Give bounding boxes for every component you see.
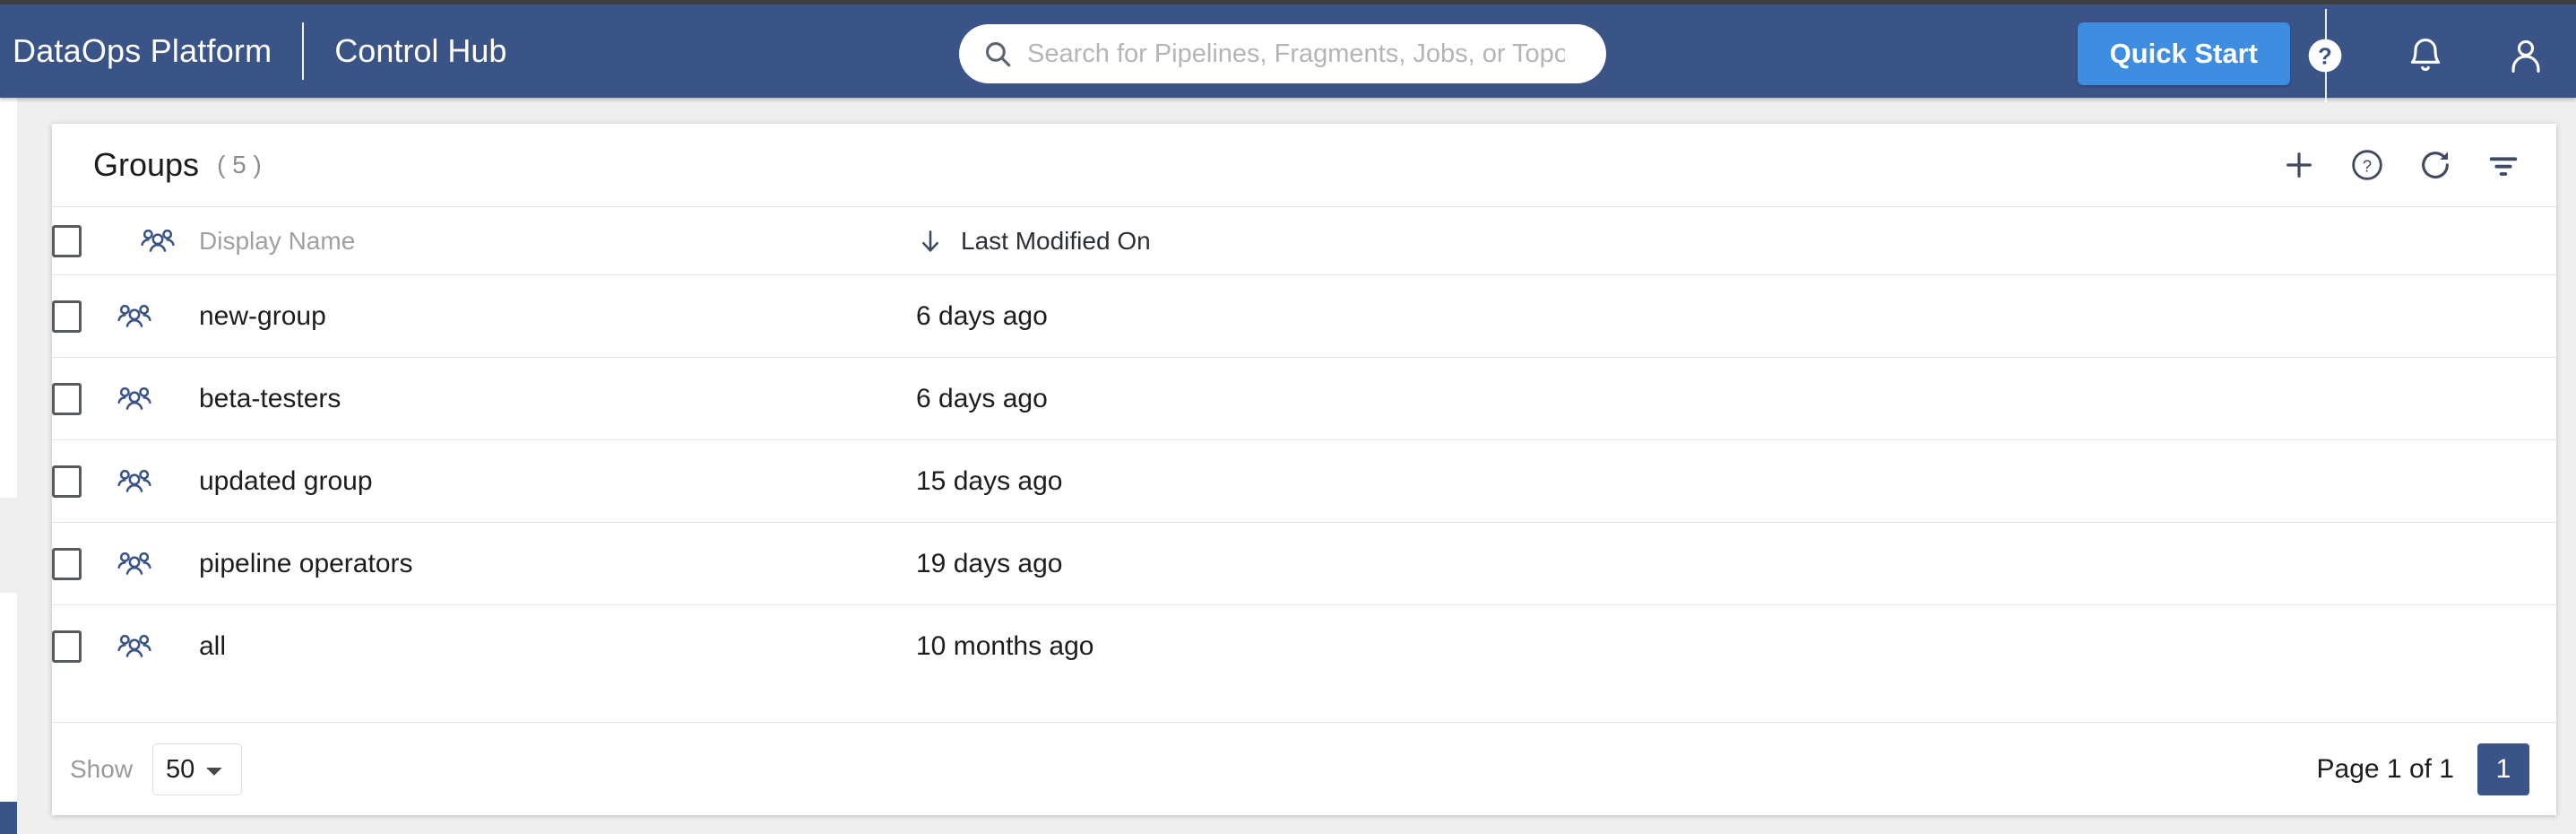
column-header-display-name-label: Display Name xyxy=(199,226,356,255)
row-select-cell xyxy=(52,522,117,605)
row-last-modified: 15 days ago xyxy=(916,465,1063,496)
group-icon xyxy=(117,387,151,410)
brand-title: DataOps Platform xyxy=(13,32,272,69)
group-icon xyxy=(117,635,151,658)
row-last-modified: 19 days ago xyxy=(916,548,1063,578)
table-row[interactable]: updated group 15 days ago xyxy=(52,439,2556,523)
group-icon xyxy=(117,552,151,575)
row-display-name: beta-testers xyxy=(199,383,341,413)
table-head: Display Name Last Modified On xyxy=(52,206,2556,275)
row-icon-cell xyxy=(117,522,199,605)
page-info-label: Page 1 of 1 xyxy=(2316,753,2454,784)
svg-text:?: ? xyxy=(2363,157,2372,176)
row-display-name: all xyxy=(199,630,227,661)
search-icon xyxy=(982,39,1013,69)
help-circle-outline-icon[interactable]: ? xyxy=(2347,144,2388,186)
row-checkbox[interactable] xyxy=(52,382,82,415)
row-select-cell xyxy=(52,439,117,523)
table-row[interactable]: new-group 6 days ago xyxy=(52,274,2556,358)
row-icon-cell xyxy=(117,274,199,358)
pagination: Page 1 of 1 1 xyxy=(2317,743,2529,795)
row-checkbox[interactable] xyxy=(52,630,82,663)
show-label: Show xyxy=(70,754,134,783)
global-search[interactable] xyxy=(959,24,1606,83)
group-icon xyxy=(117,469,151,492)
row-last-modified-cell: 6 days ago xyxy=(916,274,2556,358)
row-display-name-cell[interactable]: all xyxy=(199,604,916,688)
row-last-modified-cell: 19 days ago xyxy=(916,522,2556,605)
page-title: Groups xyxy=(93,146,200,183)
app-name-label: Control Hub xyxy=(334,32,507,69)
row-select-cell xyxy=(52,604,117,688)
row-display-name-cell[interactable]: new-group xyxy=(199,274,916,358)
quick-start-button[interactable]: Quick Start xyxy=(2077,22,2290,85)
row-display-name-cell[interactable]: beta-testers xyxy=(199,357,916,440)
search-input[interactable] xyxy=(1027,36,1565,72)
group-icon xyxy=(141,229,175,252)
groups-count: ( 5 ) xyxy=(217,151,262,178)
row-last-modified: 6 days ago xyxy=(916,300,1048,331)
table-footer: Show 102550100 Page 1 of 1 1 xyxy=(52,722,2556,815)
row-display-name-cell[interactable]: updated group xyxy=(199,439,916,523)
help-circle-icon[interactable]: ? xyxy=(2275,9,2375,102)
row-last-modified-cell: 6 days ago xyxy=(916,357,2556,440)
row-select-cell xyxy=(52,357,117,440)
groups-card: Groups ( 5 ) ? Display Name Last Modifie… xyxy=(52,124,2556,815)
row-display-name: new-group xyxy=(199,300,326,331)
column-header-display-name[interactable]: Display Name xyxy=(199,206,916,275)
page-number-button[interactable]: 1 xyxy=(2477,743,2529,795)
group-icon xyxy=(117,304,151,327)
card-header: Groups ( 5 ) ? xyxy=(52,124,2556,206)
row-last-modified-cell: 10 months ago xyxy=(916,604,2556,688)
select-all-checkbox[interactable] xyxy=(52,224,82,257)
row-icon-cell xyxy=(117,604,199,688)
select-all-header xyxy=(52,206,117,275)
row-checkbox[interactable] xyxy=(52,547,82,580)
collapsed-sidebar-rail[interactable] xyxy=(0,98,17,834)
bell-icon[interactable] xyxy=(2375,9,2476,102)
brand-divider xyxy=(302,22,305,80)
sidebar-rail-segment xyxy=(0,498,17,593)
row-icon-cell xyxy=(117,439,199,523)
row-checkbox[interactable] xyxy=(52,300,82,333)
navbar-icon-group: ? xyxy=(2275,9,2576,102)
user-icon[interactable] xyxy=(2476,9,2576,102)
column-header-last-modified-label: Last Modified On xyxy=(961,226,1151,255)
row-icon-cell xyxy=(117,357,199,440)
row-last-modified: 6 days ago xyxy=(916,383,1048,413)
table-row[interactable]: beta-testers 6 days ago xyxy=(52,357,2556,440)
row-display-name: updated group xyxy=(199,465,373,496)
arrow-down-icon xyxy=(921,230,938,252)
row-select-cell xyxy=(52,274,117,358)
groups-table: Display Name Last Modified On new-group … xyxy=(52,206,2556,688)
table-body: new-group 6 days ago beta-testers 6 days… xyxy=(52,274,2556,688)
row-last-modified-cell: 15 days ago xyxy=(916,439,2556,523)
row-display-name-cell[interactable]: pipeline operators xyxy=(199,522,916,605)
column-header-last-modified[interactable]: Last Modified On xyxy=(916,206,2556,275)
row-last-modified: 10 months ago xyxy=(916,630,1094,661)
refresh-icon[interactable] xyxy=(2415,144,2456,186)
group-icon-header xyxy=(117,206,199,275)
svg-text:?: ? xyxy=(2318,45,2332,70)
filter-icon[interactable] xyxy=(2483,144,2524,186)
row-display-name: pipeline operators xyxy=(199,548,413,578)
top-navbar: DataOps Platform Control Hub Quick Start… xyxy=(0,4,2576,102)
sidebar-rail-active-segment xyxy=(0,802,17,834)
table-row[interactable]: all 10 months ago xyxy=(52,604,2556,688)
table-header-row: Display Name Last Modified On xyxy=(52,206,2556,275)
plus-icon[interactable] xyxy=(2278,144,2320,186)
card-toolbar: ? xyxy=(2278,124,2524,206)
page-size-select[interactable]: 102550100 xyxy=(152,743,243,795)
row-checkbox[interactable] xyxy=(52,465,82,498)
table-row[interactable]: pipeline operators 19 days ago xyxy=(52,522,2556,605)
